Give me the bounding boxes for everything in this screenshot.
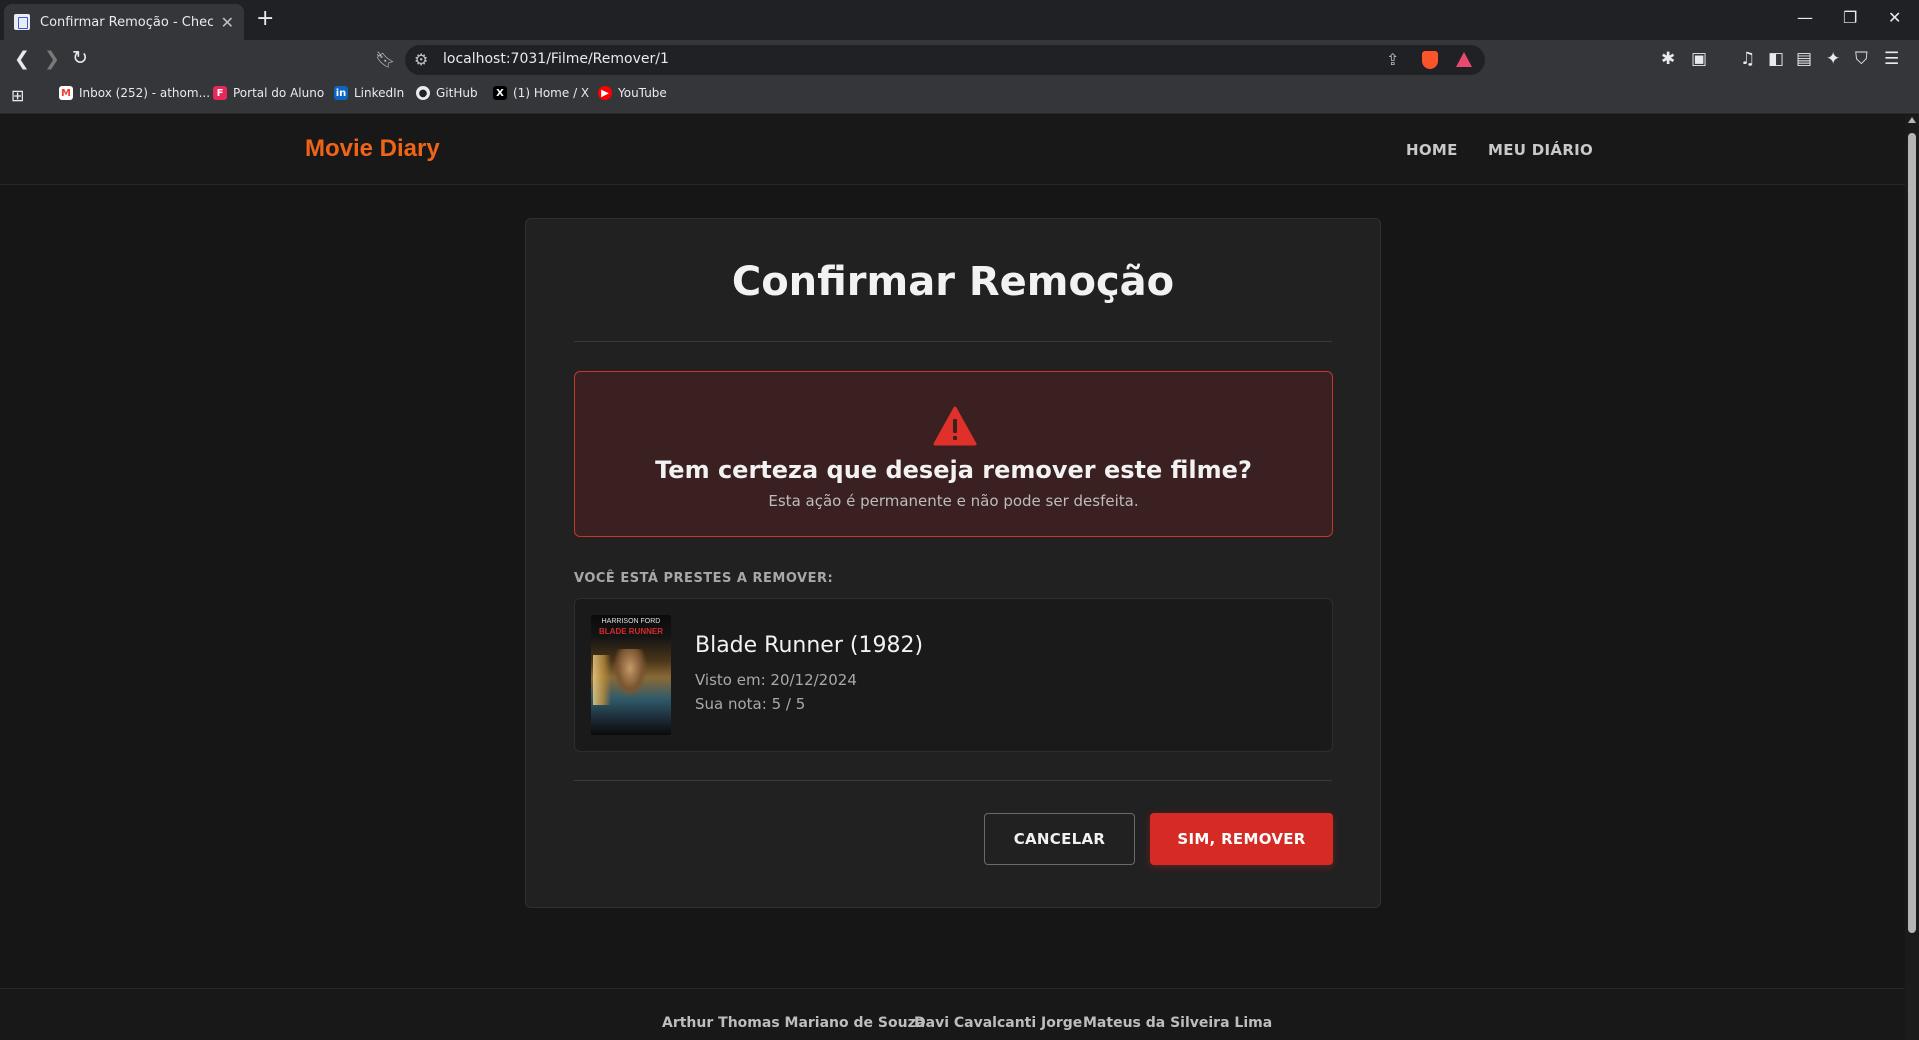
back-icon[interactable]: ❮ [14,48,30,70]
bookmark-label: YouTube [618,86,667,100]
poster-title: BLADE RUNNER [599,627,663,636]
site-header: Movie Diary HOME MEU DIÁRIO [0,115,1905,185]
browser-tab-bar: Confirmar Remoção - Checkpoin ✕ + — ❐ ✕ [0,0,1919,40]
tab-title: Confirmar Remoção - Checkpoin [40,14,213,30]
warning-title: Tem certeza que deseja remover este film… [655,456,1252,484]
site-settings-icon[interactable]: ⚙ [414,50,428,69]
linkedin-icon: in [334,86,348,100]
bookmark-github[interactable]: ● GitHub [416,86,478,100]
bookmark-linkedin[interactable]: in LinkedIn [334,86,404,100]
page-favicon-icon [14,14,30,30]
tab-close-icon[interactable]: ✕ [221,13,234,32]
restore-icon[interactable]: ❐ [1843,8,1857,27]
bookmark-portal[interactable]: F Portal do Aluno [213,86,324,100]
extensions-icon[interactable]: ✱ [1661,49,1675,69]
footer-author: Arthur Thomas Mariano de Souza [662,1015,926,1031]
gmail-icon: M [59,86,73,100]
nav-home[interactable]: HOME [1406,141,1458,159]
section-label: VOCÊ ESTÁ PRESTES A REMOVER: [574,571,834,586]
window-close-icon[interactable]: ✕ [1888,8,1901,27]
bookmark-x[interactable]: X (1) Home / X [493,86,589,100]
site-footer: Arthur Thomas Mariano de Souza Davi Cava… [0,988,1905,1040]
confirm-remove-button[interactable]: SIM, REMOVER [1150,813,1333,865]
bookmark-youtube[interactable]: ▶ YouTube [598,86,667,100]
media-icon[interactable]: ♫ [1740,49,1755,69]
brave-shields-icon[interactable] [1422,51,1438,69]
divider [574,780,1332,781]
bookmark-label: Inbox (252) - athom... [79,86,211,100]
poster-art [613,649,647,697]
reload-icon[interactable]: ↻ [72,47,88,69]
brand-logo[interactable]: Movie Diary [305,135,440,163]
leo-ai-icon[interactable]: ✦ [1826,49,1840,69]
bookmark-label: GitHub [436,86,478,100]
github-icon: ● [416,86,430,100]
bookmark-label: LinkedIn [354,86,405,100]
poster-credit: HARRISON FORD [601,618,661,625]
user-rating: Sua nota: 5 / 5 [695,695,806,713]
poster-art [593,655,611,705]
bookmark-gmail[interactable]: M Inbox (252) - athom... [59,86,210,100]
movie-title: Blade Runner (1982) [695,633,924,658]
portal-icon: F [213,86,227,100]
forward-icon[interactable]: ❯ [44,48,60,70]
confirm-card: Confirmar Remoção Tem certeza que deseja… [525,218,1381,908]
minimize-icon[interactable]: — [1797,8,1813,27]
vpn-icon[interactable]: ⛉ [1855,49,1868,69]
bookmark-label: Portal do Aluno [233,86,325,100]
movie-poster: HARRISON FORD BLADE RUNNER [591,615,671,735]
movie-summary: HARRISON FORD BLADE RUNNER Blade Runner … [574,598,1333,752]
url-text[interactable]: localhost:7031/Filme/Remover/1 [443,51,669,67]
scroll-up-icon[interactable] [1908,117,1916,123]
bookmark-icon[interactable]: 🔖︎ [375,50,395,69]
scroll-thumb[interactable] [1908,133,1916,933]
page-viewport: Movie Diary HOME MEU DIÁRIO Confirmar Re… [0,115,1905,1040]
page-title: Confirmar Remoção [731,259,1175,305]
bookmark-label: (1) Home / X [513,86,590,100]
new-tab-icon[interactable]: + [256,6,274,31]
watched-date: Visto em: 20/12/2024 [695,671,857,689]
share-icon[interactable]: ⇪ [1386,50,1399,69]
translate-icon[interactable]: ▣ [1691,49,1707,69]
warning-triangle-icon [933,406,977,446]
divider [574,341,1332,342]
wallet-icon[interactable]: ▤ [1796,49,1812,69]
brave-rewards-icon[interactable] [1456,52,1472,67]
menu-icon[interactable]: ☰ [1884,49,1899,69]
sidebar-icon[interactable]: ◧ [1768,49,1784,69]
page-scrollbar[interactable] [1905,115,1919,1040]
nav-meu-diario[interactable]: MEU DIÁRIO [1488,141,1593,159]
youtube-icon: ▶ [598,86,612,100]
warning-alert: Tem certeza que deseja remover este film… [574,371,1333,537]
warning-text: Esta ação é permanente e não pode ser de… [768,492,1139,510]
footer-author: Davi Cavalcanti Jorge [914,1015,1083,1031]
footer-author: Mateus da Silveira Lima [1083,1015,1273,1031]
apps-grid-icon[interactable]: ⊞ [11,86,24,105]
cancel-button[interactable]: CANCELAR [984,813,1135,865]
browser-tab[interactable]: Confirmar Remoção - Checkpoin ✕ [4,4,244,40]
x-icon: X [493,86,507,100]
